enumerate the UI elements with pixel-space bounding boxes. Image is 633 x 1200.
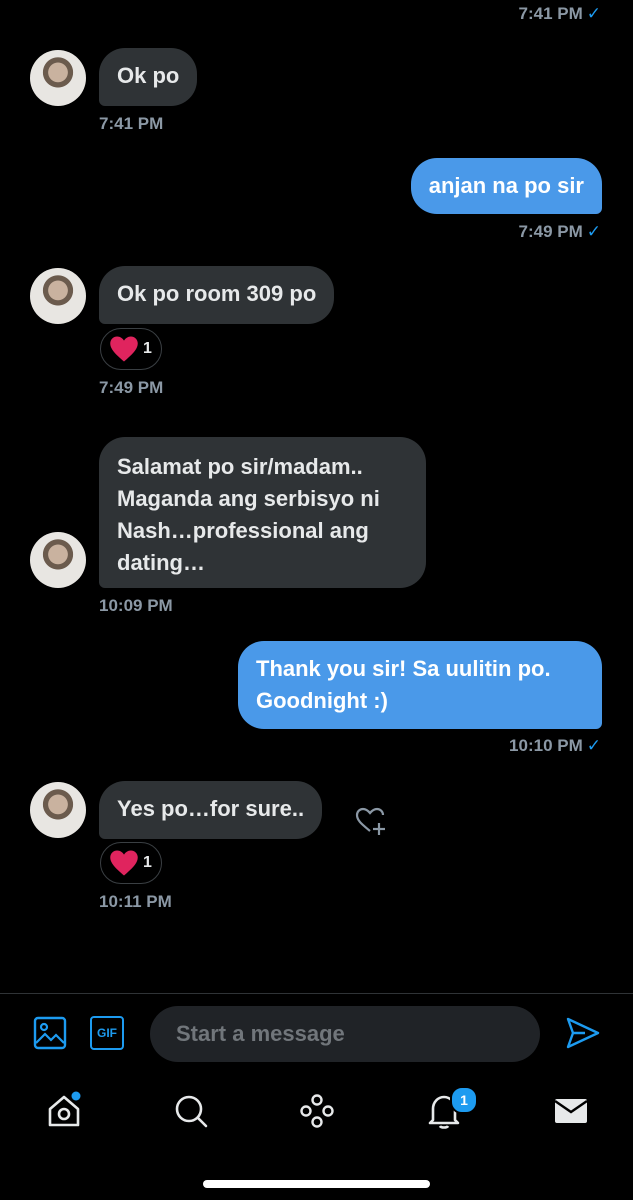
message-bubble-incoming[interactable]: Ok po — [99, 48, 198, 106]
heart-icon — [110, 336, 138, 362]
image-button[interactable] — [33, 1016, 67, 1055]
read-check-icon: ✓ — [586, 736, 601, 755]
gif-button[interactable]: GIF — [90, 1016, 124, 1050]
reaction-count: 1 — [143, 340, 152, 357]
reaction-count: 1 — [143, 854, 152, 871]
message-bubble-outgoing[interactable]: Thank you sir! Sa uulitin po. Goodnight … — [238, 641, 602, 729]
reaction-pill[interactable]: 1 — [100, 328, 162, 370]
spaces-icon — [300, 1094, 334, 1128]
timestamp-text: 7:41 PM — [518, 4, 583, 23]
avatar[interactable] — [30, 50, 86, 106]
message-bubble-incoming[interactable]: Salamat po sir/madam.. Maganda ang serbi… — [99, 437, 426, 588]
message-time: 10:09 PM — [99, 596, 173, 615]
nav-messages[interactable] — [551, 1091, 591, 1136]
mail-icon — [554, 1099, 588, 1123]
add-reaction-button[interactable] — [354, 803, 390, 842]
message-bubble-outgoing[interactable]: anjan na po sir — [410, 158, 602, 214]
message-bubble-incoming[interactable]: Ok po room 309 po — [99, 266, 335, 324]
gif-icon: GIF — [97, 1026, 117, 1040]
message-input[interactable]: Start a message — [150, 1006, 540, 1062]
send-icon — [566, 1017, 600, 1049]
nav-spaces[interactable] — [297, 1091, 337, 1136]
heart-icon — [110, 850, 138, 876]
add-reaction-icon — [355, 807, 385, 835]
message-time: 7:41 PM — [99, 114, 164, 133]
top-timestamp: 7:41 PM ✓ — [519, 4, 602, 24]
search-icon — [175, 1095, 208, 1128]
timestamp-text: 10:10 PM — [509, 736, 583, 755]
message-input-placeholder: Start a message — [176, 1021, 345, 1046]
home-indicator — [203, 1180, 430, 1188]
message-time: 10:11 PM — [99, 892, 172, 911]
send-button[interactable] — [565, 1016, 601, 1055]
home-icon — [48, 1091, 81, 1127]
message-text: Thank you sir! Sa uulitin po. Goodnight … — [256, 656, 551, 713]
avatar[interactable] — [30, 782, 86, 838]
composer-divider — [0, 993, 633, 994]
avatar[interactable] — [30, 532, 86, 588]
read-check-icon: ✓ — [586, 222, 601, 241]
nav-home[interactable] — [44, 1091, 84, 1136]
message-bubble-incoming[interactable]: Yes po…for sure.. — [99, 781, 323, 839]
reaction-pill[interactable]: 1 — [100, 842, 162, 884]
notifications-badge: 1 — [450, 1086, 478, 1114]
message-text: Ok po — [117, 63, 180, 88]
nav-search[interactable] — [171, 1091, 211, 1136]
timestamp-text: 7:49 PM — [518, 222, 583, 241]
avatar[interactable] — [30, 268, 86, 324]
read-check-icon: ✓ — [586, 4, 601, 23]
message-time: 10:10 PM ✓ — [509, 736, 601, 756]
message-time: 7:49 PM ✓ — [519, 222, 602, 242]
image-icon — [33, 1016, 67, 1050]
message-text: Ok po room 309 po — [117, 281, 317, 306]
message-text: Salamat po sir/madam.. Maganda ang serbi… — [117, 454, 380, 575]
message-time: 7:49 PM — [99, 378, 164, 397]
message-text: Yes po…for sure.. — [117, 796, 305, 821]
message-text: anjan na po sir — [428, 173, 584, 198]
